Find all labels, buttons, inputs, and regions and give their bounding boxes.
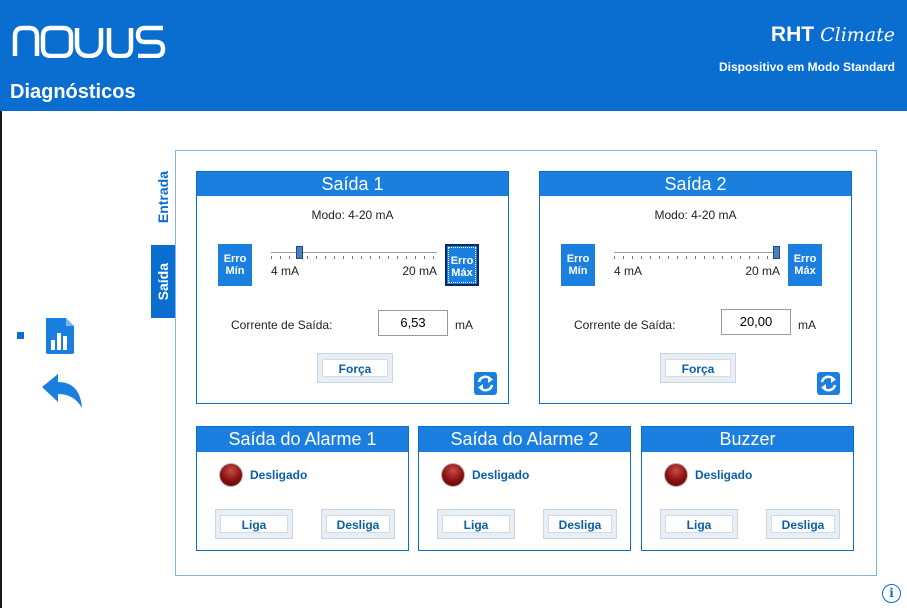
slider-thumb[interactable] xyxy=(296,246,303,259)
slider-ticks xyxy=(614,256,780,259)
error-max-line2: Máx xyxy=(794,265,816,277)
output-1-error-min-button[interactable]: Erro Mín xyxy=(218,244,252,286)
output-2-current-input[interactable]: 20,00 xyxy=(721,309,791,335)
alarm-2-panel: Saída do Alarme 2 Desligado Liga Desliga xyxy=(418,426,631,551)
slider-max-label: 20 mA xyxy=(745,264,780,278)
alarm-1-title: Saída do Alarme 1 xyxy=(197,427,408,452)
output-1-current-label: Corrente de Saída: xyxy=(231,318,333,332)
error-min-line1: Erro xyxy=(566,253,590,265)
off-button-label: Desliga xyxy=(326,515,390,533)
alarm-1-off-button[interactable]: Desliga xyxy=(321,509,395,539)
back-button[interactable] xyxy=(40,372,84,410)
tab-entrada[interactable]: Entrada xyxy=(151,155,175,240)
output-1-slider[interactable]: 4 mA 20 mA xyxy=(271,246,437,278)
back-arrow-icon xyxy=(42,374,82,408)
force-button-label: Força xyxy=(665,359,731,377)
tab-entrada-label: Entrada xyxy=(155,171,171,224)
info-icon[interactable]: i xyxy=(882,584,901,603)
output-2-title: Saída 2 xyxy=(540,172,851,196)
selection-indicator xyxy=(17,332,24,339)
output-1-force-button[interactable]: Força xyxy=(317,353,393,383)
alarm-2-status-led-icon xyxy=(441,463,465,487)
output-2-current-label: Corrente de Saída: xyxy=(574,318,676,332)
buzzer-on-button[interactable]: Liga xyxy=(660,509,738,539)
refresh-icon xyxy=(477,375,494,392)
buzzer-off-button[interactable]: Desliga xyxy=(766,509,840,539)
output-2-mode: Modo: 4-20 mA xyxy=(654,208,737,222)
off-button-label: Desliga xyxy=(771,515,835,533)
error-min-line2: Mín xyxy=(225,265,245,277)
buzzer-status-led-icon xyxy=(664,463,688,487)
buzzer-title: Buzzer xyxy=(642,427,853,452)
buzzer-panel: Buzzer Desligado Liga Desliga xyxy=(641,426,854,551)
on-button-label: Liga xyxy=(220,515,288,533)
on-button-label: Liga xyxy=(442,515,510,533)
alarm-1-panel: Saída do Alarme 1 Desligado Liga Desliga xyxy=(196,426,409,551)
output-2-refresh-button[interactable] xyxy=(817,372,840,395)
tab-saida[interactable]: Saída xyxy=(151,245,175,318)
slider-track xyxy=(614,252,780,253)
bar-chart-icon xyxy=(46,318,74,354)
slider-min-label: 4 mA xyxy=(614,264,643,278)
diagnostics-chart-button[interactable] xyxy=(42,316,78,356)
slider-max-label: 20 mA xyxy=(402,264,437,278)
alarm-1-on-button[interactable]: Liga xyxy=(215,509,293,539)
error-max-line1: Erro xyxy=(793,253,817,265)
output-2-slider[interactable]: 4 mA 20 mA xyxy=(614,246,780,278)
alarm-2-on-button[interactable]: Liga xyxy=(437,509,515,539)
slider-thumb[interactable] xyxy=(773,246,780,259)
product-name: RHT Climate xyxy=(771,23,895,47)
slider-min-label: 4 mA xyxy=(271,264,300,278)
product-script-text: Climate xyxy=(820,24,895,46)
page-title: Diagnósticos xyxy=(10,81,136,103)
output-1-current-input[interactable]: 6,53 xyxy=(378,310,448,336)
error-min-line1: Erro xyxy=(223,253,247,265)
error-max-line1: Erro xyxy=(450,255,474,267)
output-1-unit: mA xyxy=(455,318,473,332)
header-bar: Diagnósticos RHT Climate Dispositivo em M… xyxy=(0,0,907,111)
output-2-error-max-button[interactable]: Erro Máx xyxy=(788,244,822,286)
error-max-line2: Máx xyxy=(451,267,473,279)
refresh-icon xyxy=(820,375,837,392)
buzzer-status: Desligado xyxy=(695,468,753,482)
output-1-mode: Modo: 4-20 mA xyxy=(311,208,394,222)
alarm-2-title: Saída do Alarme 2 xyxy=(419,427,630,452)
error-min-line2: Mín xyxy=(568,265,588,277)
window-left-border xyxy=(0,111,2,608)
novus-logo xyxy=(12,25,166,58)
device-mode-text: Dispositivo em Modo Standard xyxy=(718,60,895,74)
product-name-text: RHT xyxy=(770,23,815,46)
output-2-force-button[interactable]: Força xyxy=(660,353,736,383)
alarm-1-status-led-icon xyxy=(219,463,243,487)
tab-saida-label: Saída xyxy=(155,262,171,301)
on-button-label: Liga xyxy=(665,515,733,533)
output-1-title: Saída 1 xyxy=(197,172,508,196)
alarm-2-off-button[interactable]: Desliga xyxy=(543,509,617,539)
output-1-panel: Saída 1 Modo: 4-20 mA Erro Mín 4 mA 20 m… xyxy=(196,171,509,404)
output-1-refresh-button[interactable] xyxy=(474,372,497,395)
off-button-label: Desliga xyxy=(548,515,612,533)
output-2-error-min-button[interactable]: Erro Mín xyxy=(561,244,595,286)
output-2-panel: Saída 2 Modo: 4-20 mA Erro Mín 4 mA 20 m… xyxy=(539,171,852,404)
alarm-1-status: Desligado xyxy=(250,468,308,482)
output-2-unit: mA xyxy=(798,318,816,332)
force-button-label: Força xyxy=(322,359,388,377)
output-1-error-max-button[interactable]: Erro Máx xyxy=(445,244,479,286)
alarm-2-status: Desligado xyxy=(472,468,530,482)
